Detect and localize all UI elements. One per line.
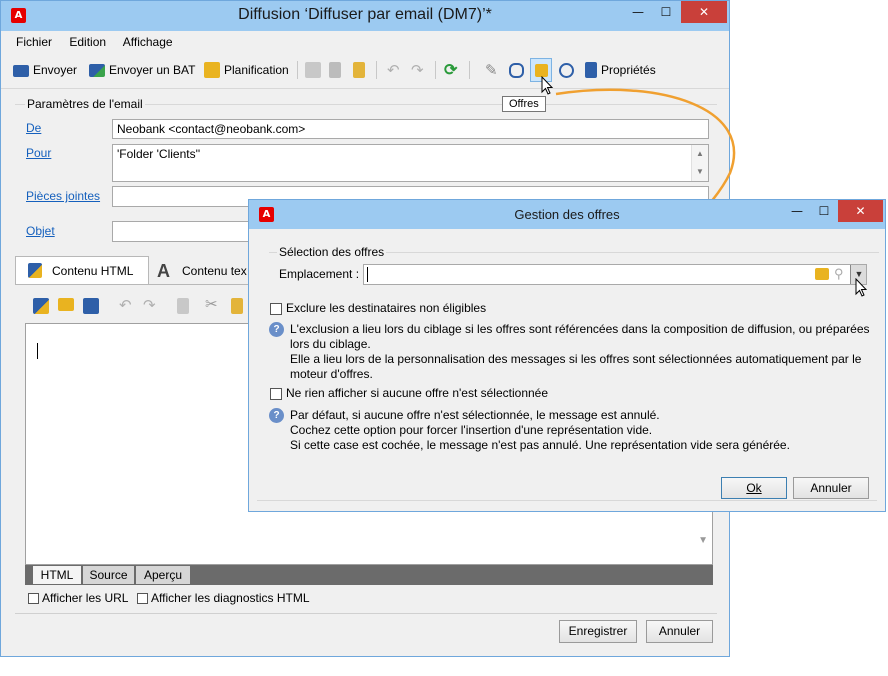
location-field[interactable]: ⚲ ▼ — [363, 264, 867, 285]
dialog-cancel-button[interactable]: Annuler — [793, 477, 869, 499]
dialog-close-icon[interactable]: ✕ — [838, 200, 883, 222]
clipboard-icon — [353, 62, 365, 78]
tab-html-content[interactable]: Contenu HTML — [15, 256, 149, 284]
editor-scissors-icon[interactable]: ✂ — [205, 295, 218, 313]
to-value: 'Folder 'Clients'' — [117, 147, 201, 161]
no-display-label: Ne rien afficher si aucune offre n'est s… — [286, 386, 549, 400]
proof-envelope-check-icon — [89, 63, 105, 77]
open-folder-icon[interactable] — [58, 298, 74, 311]
toolbar-separator — [376, 61, 377, 79]
no-display-help-line: Par défaut, si aucune offre n'est sélect… — [290, 408, 660, 422]
undo-button[interactable]: ↶ — [387, 58, 400, 82]
scissors-icon — [329, 62, 341, 78]
copy-button[interactable] — [305, 58, 321, 82]
exclude-ineligible-label: Exclure les destinataires non éligibles — [286, 301, 487, 315]
editor-paste-icon[interactable] — [231, 298, 243, 314]
show-diag-label: Afficher les diagnostics HTML — [151, 591, 310, 605]
browse-folder-icon[interactable] — [815, 268, 829, 280]
dialog-mouse-pointer-icon — [855, 278, 868, 297]
ok-button[interactable]: Ok — [721, 477, 787, 499]
redo-button[interactable]: ↷ — [411, 58, 424, 82]
subject-label[interactable]: Objet — [26, 224, 55, 238]
bottom-divider — [15, 613, 717, 614]
gift-offer-icon — [534, 63, 548, 77]
refresh-icon: ⟳ — [444, 62, 458, 79]
no-display-help-icon: ? — [269, 408, 284, 423]
exclude-help-line: moteur d'offres. — [290, 367, 373, 381]
offers-dialog-title-bar[interactable]: A Gestion des offres — ☐ ✕ — [249, 200, 885, 229]
link-icon — [509, 62, 524, 78]
main-window-title: Diffusion ‘Diffuser par email (DM7)’* — [238, 6, 492, 23]
editor-scroll-down-icon[interactable]: ▼ — [698, 535, 708, 546]
no-display-help-line: Si cette case est cochée, le message n'e… — [290, 438, 790, 452]
menu-fichier[interactable]: Fichier — [16, 35, 52, 49]
attachment-button[interactable]: ✎ — [485, 58, 498, 82]
location-label: Emplacement : — [279, 267, 360, 281]
text-letter-icon: A — [157, 260, 170, 281]
menu-edition[interactable]: Edition — [69, 35, 106, 49]
copy-icon — [305, 62, 321, 78]
search-magnifier-icon[interactable]: ⚲ — [834, 266, 844, 282]
calendar-icon — [204, 62, 220, 78]
no-display-help-line: Cochez cette option pour forcer l'insert… — [290, 423, 653, 437]
schedule-button[interactable]: Planification — [204, 58, 289, 82]
refresh-button[interactable]: ⟳ — [444, 58, 457, 82]
maximize-icon[interactable]: ☐ — [653, 1, 679, 23]
minimize-icon[interactable]: — — [623, 1, 653, 23]
paperclip-icon: ✎ — [485, 62, 498, 79]
show-urls-checkbox[interactable] — [28, 593, 39, 604]
show-diag-checkbox[interactable] — [137, 593, 148, 604]
to-label[interactable]: Pour — [26, 146, 51, 160]
no-display-help-text: Par défaut, si aucune offre n'est sélect… — [290, 408, 870, 453]
main-title-bar[interactable]: A Diffusion ‘Diffuser par email (DM7)’* … — [1, 1, 729, 31]
exclude-help-line: Elle a lieu lors de la personnalisation … — [290, 352, 862, 366]
offers-selection-title: Sélection des offres — [277, 245, 387, 259]
properties-clipboard-icon — [585, 62, 597, 78]
editor-redo-icon[interactable]: ↷ — [143, 296, 156, 314]
editor-copy-icon[interactable] — [177, 298, 189, 314]
send-button[interactable]: Envoyer — [13, 58, 77, 82]
location-caret — [367, 267, 368, 282]
save-button[interactable]: Enregistrer — [559, 620, 637, 643]
show-urls-label: Afficher les URL — [42, 591, 129, 605]
editor-tab-html[interactable]: HTML — [33, 566, 81, 584]
close-icon[interactable]: ✕ — [681, 1, 727, 23]
editor-tab-source[interactable]: Source — [83, 566, 134, 584]
dialog-maximize-icon[interactable]: ☐ — [811, 200, 837, 222]
toolbar-separator — [469, 61, 470, 79]
toolbar-separator — [297, 61, 298, 79]
exclude-help-line: L'exclusion a lieu lors du ciblage si le… — [290, 322, 870, 336]
send-envelope-icon — [13, 65, 29, 77]
link-button[interactable] — [509, 58, 524, 82]
save-disk-icon[interactable] — [83, 298, 99, 314]
dialog-minimize-icon[interactable]: — — [783, 200, 811, 222]
editor-undo-icon[interactable]: ↶ — [119, 296, 132, 314]
menu-bar: Fichier Edition Affichage — [16, 35, 187, 49]
cut-button[interactable] — [329, 58, 341, 82]
exclude-ineligible-checkbox[interactable] — [270, 303, 282, 315]
no-display-checkbox[interactable] — [270, 388, 282, 400]
exclude-help-text: L'exclusion a lieu lors du ciblage si le… — [290, 322, 870, 382]
menu-affichage[interactable]: Affichage — [123, 35, 173, 49]
exclude-help-icon: ? — [269, 322, 284, 337]
email-params-title: Paramètres de l'email — [25, 97, 145, 111]
cancel-button[interactable]: Annuler — [646, 620, 713, 643]
editor-tab-preview[interactable]: Aperçu — [136, 566, 190, 584]
exclude-help-line: lors du ciblage. — [290, 337, 371, 351]
text-cursor — [37, 343, 38, 359]
toolbar-separator — [435, 61, 436, 79]
undo-icon: ↶ — [387, 62, 400, 79]
redo-icon: ↷ — [411, 62, 424, 79]
paste-button[interactable] — [353, 58, 365, 82]
tab-text-content[interactable]: A Contenu tex — [153, 259, 247, 283]
dialog-bottom-divider — [257, 500, 877, 501]
gauge-icon — [559, 62, 574, 78]
offers-dialog: A Gestion des offres — ☐ ✕ Sélection des… — [248, 199, 886, 512]
new-document-icon[interactable] — [33, 298, 49, 314]
send-proof-button[interactable]: Envoyer un BAT — [89, 58, 195, 82]
attachments-label[interactable]: Pièces jointes — [26, 189, 100, 203]
html-document-icon — [28, 263, 42, 278]
from-label[interactable]: De — [26, 121, 41, 135]
